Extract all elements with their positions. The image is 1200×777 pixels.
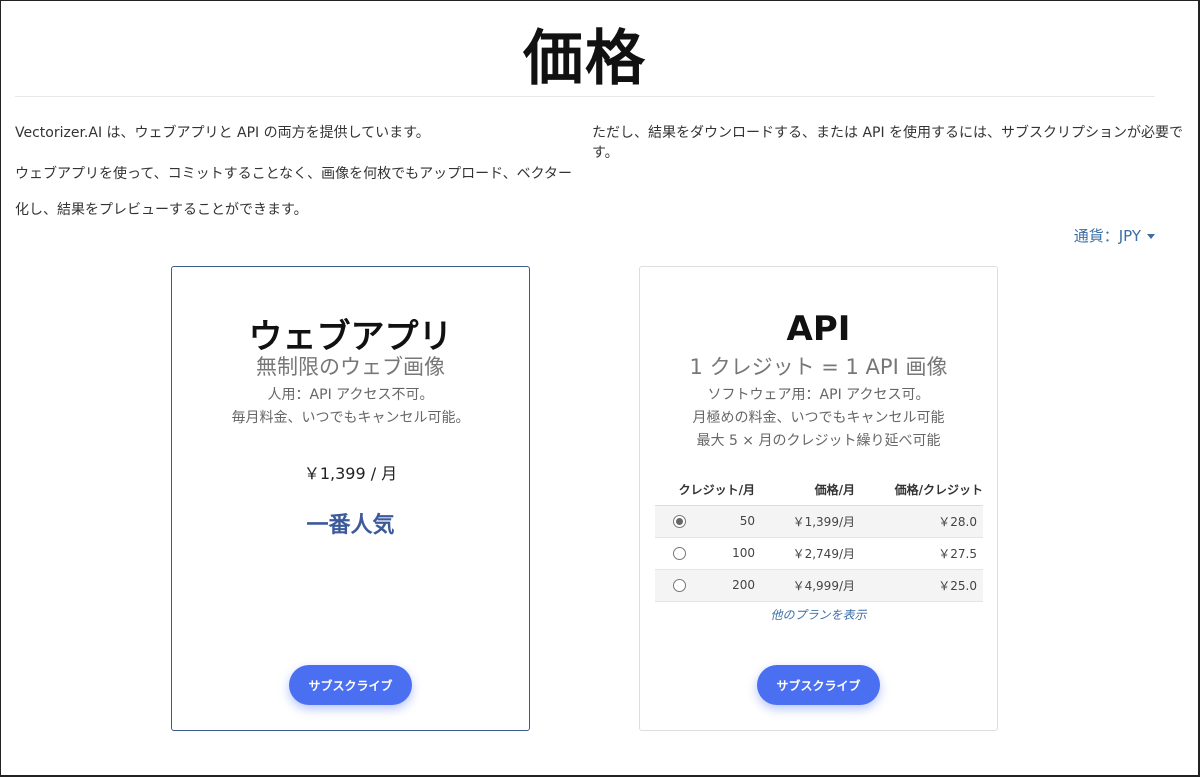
- intro-text-2: ウェブアプリを使って、コミットすることなく、画像を何枚でもアップロード、ベクター…: [15, 166, 573, 218]
- plan-radio[interactable]: [672, 547, 686, 560]
- plan-description: 人用：API アクセス不可。 毎月料金、いつでもキャンセル可能。: [172, 384, 529, 430]
- api-subscribe-button[interactable]: サブスクライブ: [757, 665, 880, 705]
- web-subscribe-button[interactable]: サブスクライブ: [289, 665, 412, 705]
- web-app-plan-card: ウェブアプリ 無制限のウェブ画像 人用：API アクセス不可。 毎月料金、いつで…: [171, 266, 530, 731]
- plan-description-line: ソフトウェア用：API アクセス可。: [707, 387, 930, 403]
- plan-description-line: 最大 5 × 月のクレジット繰り延べ可能: [696, 433, 941, 449]
- price-month-cell: ￥1,399/月: [755, 505, 855, 538]
- popular-badge: 一番人気: [306, 513, 395, 538]
- credits-cell: 100: [703, 537, 755, 570]
- plan-description-line: 毎月料金、いつでもキャンセル可能。: [231, 410, 470, 426]
- divider: [15, 96, 1155, 97]
- currency-dropdown[interactable]: 通貨：JPY: [1074, 225, 1155, 246]
- intro-text-3: ただし、結果をダウンロードする、または API を使用するには、サブスクリプショ…: [592, 125, 1184, 161]
- column-header-price-credit: 価格/クレジット: [855, 474, 983, 506]
- price-credit-cell: ￥25.0: [855, 569, 983, 602]
- plan-radio[interactable]: [672, 515, 686, 528]
- price-month-cell: ￥4,999/月: [755, 569, 855, 602]
- plan-subtitle: 無制限のウェブ画像: [256, 355, 445, 379]
- table-row[interactable]: 50 ￥1,399/月 ￥28.0: [655, 505, 983, 538]
- plan-subtitle: 1 クレジット = 1 API 画像: [689, 355, 948, 379]
- caret-down-icon: [1147, 234, 1155, 239]
- plan-description-line: 月極めの料金、いつでもキャンセル可能: [692, 410, 945, 426]
- show-more-plans-link[interactable]: 他のプランを表示: [640, 606, 997, 623]
- table-row[interactable]: 100 ￥2,749/月 ￥27.5: [655, 537, 983, 570]
- credits-cell: 200: [703, 569, 755, 602]
- price-credit-cell: ￥28.0: [855, 505, 983, 538]
- column-header-credits: クレジット/月: [655, 474, 755, 506]
- price-credit-cell: ￥27.5: [855, 537, 983, 570]
- price-month-cell: ￥2,749/月: [755, 537, 855, 570]
- credits-cell: 50: [703, 505, 755, 538]
- plan-price: ￥1,399 / 月: [303, 464, 398, 483]
- intro-text-1: Vectorizer.AI は、ウェブアプリと API の両方を提供しています。: [15, 125, 430, 141]
- credit-plan-table: クレジット/月 価格/月 価格/クレジット 50 ￥1,399/月 ￥28.0 …: [655, 474, 983, 602]
- plan-description-line: 人用：API アクセス不可。: [267, 387, 434, 403]
- column-header-price-month: 価格/月: [755, 474, 855, 506]
- table-row[interactable]: 200 ￥4,999/月 ￥25.0: [655, 569, 983, 602]
- plan-radio[interactable]: [672, 579, 686, 592]
- plan-description: ソフトウェア用：API アクセス可。 月極めの料金、いつでもキャンセル可能 最大…: [640, 384, 997, 453]
- page-title: 価格: [523, 24, 647, 94]
- currency-label: 通貨：JPY: [1073, 227, 1141, 245]
- api-plan-card: API 1 クレジット = 1 API 画像 ソフトウェア用：API アクセス可…: [639, 266, 998, 731]
- plan-title: API: [786, 309, 851, 349]
